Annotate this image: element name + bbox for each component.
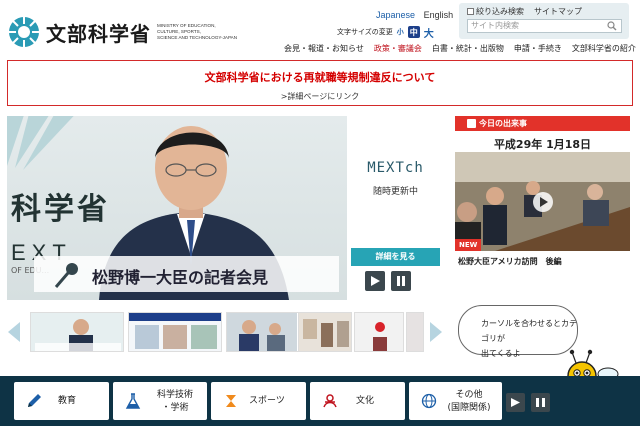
mext-channel-subtitle: 随時更新中 (372, 187, 418, 197)
thumb-sports-image (129, 313, 221, 351)
search-input[interactable]: サイト内検索 (467, 19, 622, 33)
category-other-label-2: (国際関係) (447, 403, 491, 413)
category-culture-button[interactable]: 文化 (310, 382, 405, 420)
nav-item-press[interactable]: 会見・報道・お知らせ (284, 43, 364, 54)
global-nav: 会見・報道・お知らせ 政策・審議会 白書・統計・出版物 申請・手続き 文部科学省… (284, 43, 636, 54)
flask-icon (125, 393, 141, 409)
category-pause-button[interactable] (531, 393, 550, 412)
help-speech-bubble: カーソルを合わせるとカテゴリが 出てくるよ (458, 305, 578, 358)
pencil-icon (28, 394, 41, 407)
calendar-icon (467, 119, 476, 128)
language-switch: Japanese English (376, 10, 453, 20)
font-size-small-button[interactable]: 小 (396, 26, 405, 38)
hero-caption: 松野博一大臣の記者会見 (34, 256, 339, 292)
play-button[interactable] (365, 271, 385, 291)
sitemap-link[interactable]: サイトマップ (534, 6, 582, 17)
pause-icon (536, 398, 545, 407)
category-other-label-1: その他 (455, 390, 483, 400)
carousel-thumb-2[interactable] (128, 312, 222, 352)
mext-channel-panel: MEXTch 随時更新中 詳細を見る (347, 116, 444, 300)
pause-button[interactable] (391, 271, 411, 291)
category-other-button[interactable]: その他 (国際関係) (409, 382, 502, 420)
todays-events-header: 今日の出来事 (455, 116, 630, 131)
font-size-large-button[interactable]: 大 (423, 26, 435, 40)
thumb-ceremony-image (299, 313, 351, 351)
todays-event-link[interactable]: 松野大臣アメリカ訪問 後編 (458, 256, 562, 267)
mext-channel-logo: MEXTch (367, 160, 424, 176)
video-play-button[interactable] (533, 192, 553, 212)
refine-search-link[interactable]: 絞り込み検索 (467, 6, 524, 17)
logo-text-jp: 文部科学省 (46, 21, 151, 46)
carousel-thumb-5[interactable] (354, 312, 404, 352)
microphone-icon (54, 263, 78, 288)
category-play-button[interactable] (506, 393, 525, 412)
new-badge: NEW (455, 239, 482, 251)
checkbox-icon (467, 8, 474, 15)
search-placeholder: サイト内検索 (471, 21, 519, 30)
important-notice: 文部科学省における再就職等規制違反について >詳細ページにリンク (7, 60, 633, 106)
font-size-medium-button[interactable]: 中 (407, 26, 420, 38)
font-size-switcher: 文字サイズの変更 小 中 大 (337, 26, 435, 40)
category-education-button[interactable]: 教育 (14, 382, 109, 420)
carousel-next-icon[interactable] (430, 322, 442, 342)
nav-item-policy[interactable]: 政策・審議会 (374, 43, 422, 54)
carousel-thumb-4[interactable] (298, 312, 352, 352)
globe-icon (421, 393, 437, 409)
play-icon (371, 276, 380, 286)
carousel-thumb-6[interactable] (406, 312, 424, 352)
notice-detail-link[interactable]: >詳細ページにリンク (8, 91, 632, 102)
hero-caption-text: 松野博一大臣の記者会見 (92, 268, 269, 287)
category-science-label-2: ・学術 (161, 403, 189, 413)
todays-event-video[interactable]: NEW (455, 152, 630, 251)
carousel-thumb-1[interactable] (30, 312, 124, 352)
logo-text-en: MINISTRY OF EDUCATION, CULTURE, SPORTS, … (157, 23, 238, 40)
category-sports-label: スポーツ (249, 396, 285, 406)
help-text-line-1: カーソルを合わせるとカテゴリが (481, 319, 577, 343)
pause-icon (397, 276, 405, 286)
see-details-button[interactable]: 詳細を見る (351, 248, 440, 266)
font-size-label: 文字サイズの変更 (337, 28, 393, 36)
lang-english-link[interactable]: English (424, 10, 454, 20)
culture-icon (323, 394, 337, 408)
category-bar: 教育 科学技術 ・学術 スポーツ 文化 その他 (国際関係) (0, 376, 640, 426)
play-icon (511, 398, 520, 407)
nav-item-applications[interactable]: 申請・手続き (514, 43, 562, 54)
play-icon (540, 197, 548, 207)
category-education-label: 教育 (58, 396, 77, 406)
thumb-astronaut-image (227, 313, 297, 351)
category-science-label-1: 科学技術 (156, 390, 193, 400)
nav-item-about[interactable]: 文部科学省の紹介 (572, 43, 636, 54)
search-panel: 絞り込み検索 サイトマップ サイト内検索 (459, 3, 629, 39)
lang-japanese-link[interactable]: Japanese (376, 10, 415, 20)
category-culture-label: 文化 (356, 396, 375, 406)
thumb-minister-image (31, 313, 123, 351)
category-sports-button[interactable]: スポーツ (211, 382, 306, 420)
nav-item-publications[interactable]: 白書・統計・出版物 (432, 43, 504, 54)
mext-logo-icon (9, 17, 39, 47)
notice-title-link[interactable]: 文部科学省における再就職等規制違反について (8, 69, 632, 85)
hero-banner[interactable]: 科学省 EXT OF EDU... 松野博一大臣の記者会見 MEXTch 随時更… (7, 116, 444, 300)
decorative-rays (7, 116, 74, 170)
thumb-flag-image (355, 313, 403, 351)
site-logo[interactable]: 文部科学省 MINISTRY OF EDUCATION, CULTURE, SP… (8, 16, 237, 48)
carousel-prev-icon[interactable] (8, 322, 20, 342)
todays-events: 今日の出来事 平成29年 1月18日 NEW 松野大臣アメリカ訪問 後編 (455, 116, 630, 268)
todays-events-date: 平成29年 1月18日 (493, 138, 592, 151)
sports-icon (226, 395, 236, 407)
search-icon[interactable] (607, 21, 617, 31)
category-science-button[interactable]: 科学技術 ・学術 (113, 382, 207, 420)
banner-carousel (0, 308, 450, 356)
